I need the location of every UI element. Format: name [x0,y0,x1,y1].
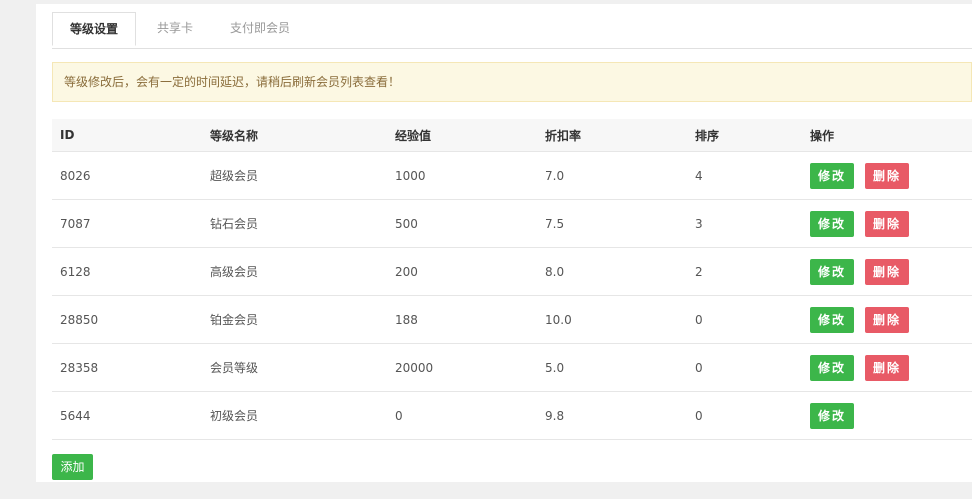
delete-button[interactable]: 删除 [865,162,909,189]
table-row: 28358 会员等级 20000 5.0 0 修改 删除 [52,344,972,392]
header-exp: 经验值 [395,128,432,143]
table-row: 8026 超级会员 1000 7.0 4 修改 删除 [52,152,972,200]
edit-button[interactable]: 修改 [810,402,854,429]
delete-button[interactable]: 删除 [865,210,909,237]
cell-exp: 200 [395,264,418,279]
tab-pay-membership[interactable]: 支付即会员 [218,12,302,44]
cell-level-name: 铂金会员 [210,313,259,327]
table-row: 6128 高级会员 200 8.0 2 修改 删除 [52,248,972,296]
cell-discount: 7.5 [545,216,565,231]
header-level-name: 等级名称 [210,128,259,143]
main-panel: 等级设置 共享卡 支付即会员 等级修改后，会有一定的时间延迟，请稍后刷新会员列表… [36,4,972,482]
delete-button[interactable]: 删除 [865,354,909,381]
cell-sort: 3 [695,216,703,231]
cell-sort: 2 [695,264,703,279]
cell-id: 5644 [60,408,91,423]
cell-id: 28850 [60,312,99,327]
cell-discount: 5.0 [545,360,565,375]
cell-actions: 修改 删除 [810,248,909,295]
cell-actions: 修改 删除 [810,344,909,391]
header-sort: 排序 [695,128,720,143]
cell-level-name: 钻石会员 [210,217,259,231]
edit-button[interactable]: 修改 [810,306,854,333]
cell-exp: 1000 [395,168,426,183]
cell-level-name: 高级会员 [210,265,259,279]
cell-actions: 修改 [810,392,854,439]
cell-exp: 188 [395,312,418,327]
cell-sort: 0 [695,312,703,327]
cell-level-name: 会员等级 [210,361,259,375]
edit-button[interactable]: 修改 [810,210,854,237]
cell-level-name: 初级会员 [210,409,259,423]
cell-sort: 0 [695,408,703,423]
tab-level-settings[interactable]: 等级设置 [52,12,136,46]
table-header: ID 等级名称 经验值 折扣率 排序 操作 [52,119,972,152]
cell-actions: 修改 删除 [810,200,909,247]
cell-level-name: 超级会员 [210,169,259,183]
edit-button[interactable]: 修改 [810,258,854,285]
cell-sort: 4 [695,168,703,183]
cell-id: 8026 [60,168,91,183]
level-table: ID 等级名称 经验值 折扣率 排序 操作 8026 超级会员 1000 7.0 4 修改… [52,119,972,440]
cell-id: 7087 [60,216,91,231]
add-button[interactable]: 添加 [52,454,93,480]
header-actions: 操作 [810,128,835,143]
tab-shared-card[interactable]: 共享卡 [136,12,214,44]
cell-id: 6128 [60,264,91,279]
delete-button[interactable]: 删除 [865,306,909,333]
tab-bar: 等级设置 共享卡 支付即会员 [52,12,972,49]
delete-button[interactable]: 删除 [865,258,909,285]
table-row: 28850 铂金会员 188 10.0 0 修改 删除 [52,296,972,344]
cell-discount: 8.0 [545,264,565,279]
header-id: ID [60,128,75,142]
cell-exp: 20000 [395,360,434,375]
cell-exp: 0 [395,408,403,423]
table-row: 5644 初级会员 0 9.8 0 修改 [52,392,972,440]
cell-discount: 10.0 [545,312,572,327]
cell-sort: 0 [695,360,703,375]
cell-discount: 9.8 [545,408,565,423]
notice-banner: 等级修改后，会有一定的时间延迟，请稍后刷新会员列表查看！ [52,62,972,102]
table-row: 7087 钻石会员 500 7.5 3 修改 删除 [52,200,972,248]
header-discount: 折扣率 [545,128,582,143]
cell-actions: 修改 删除 [810,152,909,199]
cell-actions: 修改 删除 [810,296,909,343]
edit-button[interactable]: 修改 [810,162,854,189]
cell-exp: 500 [395,216,418,231]
cell-discount: 7.0 [545,168,565,183]
edit-button[interactable]: 修改 [810,354,854,381]
cell-id: 28358 [60,360,99,375]
